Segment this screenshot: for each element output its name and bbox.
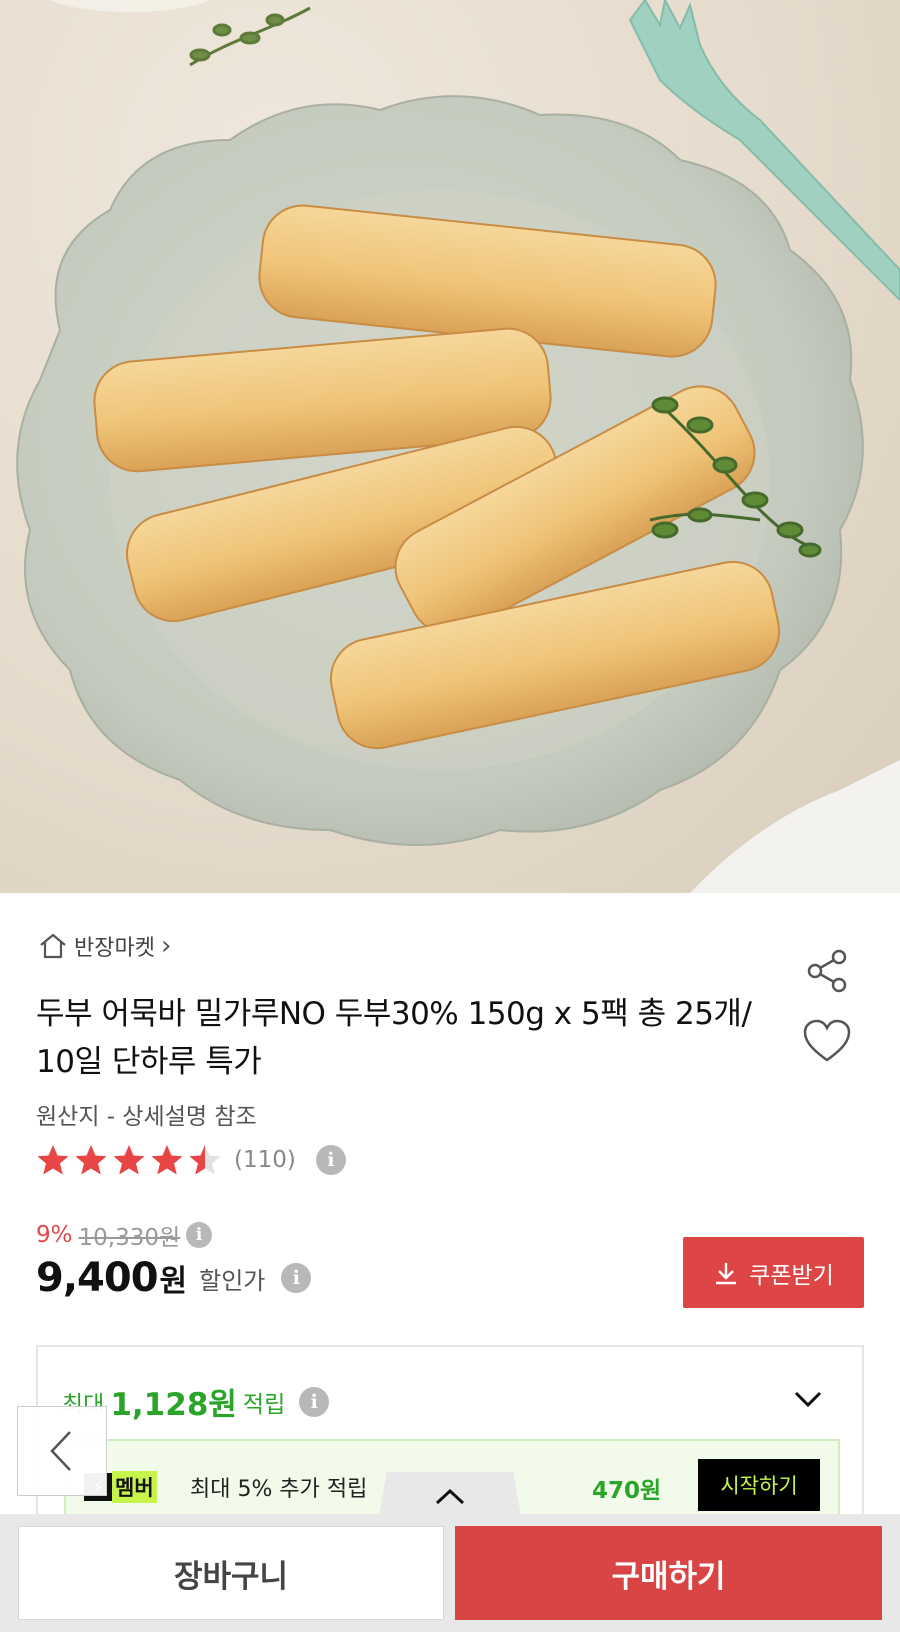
back-button[interactable] [17, 1406, 107, 1496]
like-button[interactable] [800, 1014, 854, 1068]
price-row: 9,400 원 할인가 i [36, 1255, 312, 1301]
buy-now-button[interactable]: 구매하기 [455, 1526, 882, 1620]
info-icon[interactable]: i [299, 1386, 330, 1417]
share-button[interactable] [800, 944, 854, 998]
star-icon [151, 1145, 183, 1175]
reward-amount: 1,128원 [110, 1387, 237, 1423]
store-arrow: › [160, 931, 172, 961]
rating[interactable]: (110) i [36, 1143, 346, 1177]
info-icon[interactable]: i [281, 1263, 312, 1293]
add-to-cart-button[interactable]: 장바구니 [18, 1526, 444, 1620]
download-icon [716, 1262, 737, 1284]
star-icon [37, 1145, 69, 1175]
star-half-icon [189, 1145, 221, 1175]
share-icon [807, 949, 847, 993]
store-name: 반장마켓 [74, 936, 155, 961]
reward-suffix: 적립 [242, 1391, 286, 1418]
store-link[interactable]: 반장마켓 › [38, 930, 171, 962]
discount-rate: 9% [36, 1222, 73, 1248]
coupon-button[interactable]: 쿠폰받기 [683, 1237, 864, 1308]
price-label: 할인가 [199, 1266, 266, 1295]
info-icon[interactable]: i [186, 1222, 213, 1248]
chevron-left-icon [50, 1431, 71, 1471]
member-badge-label: 멤버 [112, 1471, 157, 1503]
product-image[interactable] [0, 0, 900, 893]
star-icon [75, 1145, 107, 1175]
info-icon[interactable]: i [315, 1145, 346, 1175]
rating-stars [36, 1143, 222, 1177]
member-reward-amount: 470원 [592, 1478, 662, 1504]
star-icon [113, 1145, 145, 1175]
member-start-button[interactable]: 시작하기 [698, 1459, 820, 1511]
home-icon [40, 933, 66, 959]
product-title: 두부 어묵바 밀가루NO 두부30% 150g x 5팩 총 25개/ 10일 … [36, 996, 752, 1080]
chevron-down-icon[interactable] [790, 1381, 826, 1417]
member-reward-text: 최대 5% 추가 적립 [190, 1477, 368, 1502]
sale-price: 9,400 [36, 1255, 159, 1301]
heart-icon [803, 1019, 851, 1062]
chevron-up-icon [435, 1488, 465, 1505]
product-origin: 원산지 - 상세설명 참조 [36, 1104, 257, 1130]
coupon-label: 쿠폰받기 [749, 1262, 834, 1289]
collapse-tab[interactable] [378, 1472, 522, 1522]
discount-row: 9% 10,330원 i [36, 1218, 213, 1252]
price-unit: 원 [159, 1264, 188, 1299]
original-price: 10,330원 [78, 1225, 181, 1251]
product-photo-illustration [16, 0, 900, 893]
rating-count[interactable]: (110) [234, 1147, 296, 1173]
